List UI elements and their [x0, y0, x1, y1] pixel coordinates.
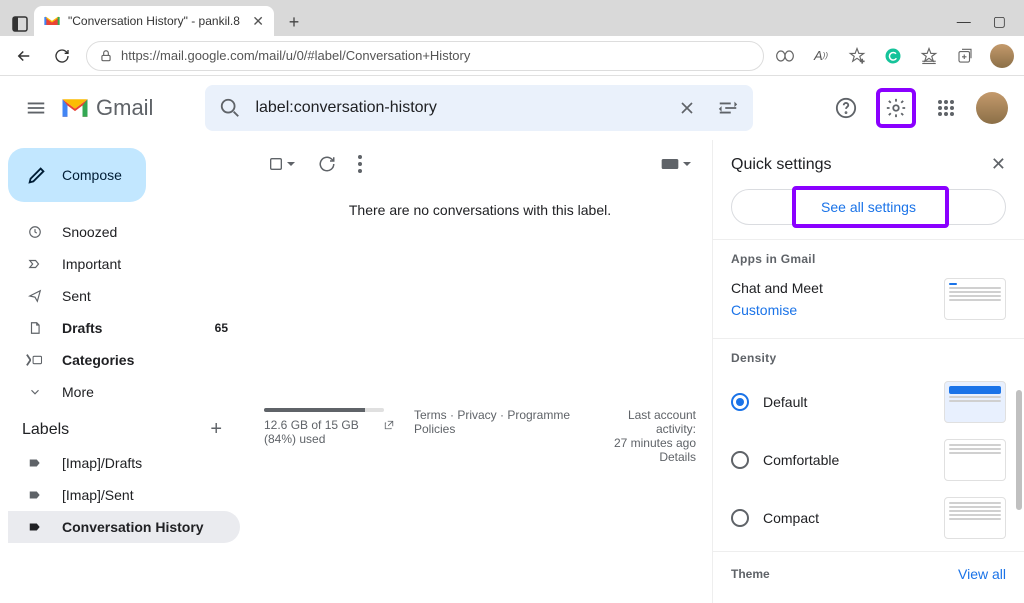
- search-options-icon[interactable]: [717, 97, 739, 119]
- toolbar: [256, 140, 704, 188]
- density-preview-compact: [944, 497, 1006, 539]
- customise-link[interactable]: Customise: [731, 302, 823, 318]
- labels-section-header: Labels +: [8, 408, 240, 447]
- sidebar-item-categories[interactable]: Categories: [8, 344, 240, 376]
- new-tab-button[interactable]: +: [280, 8, 308, 36]
- see-all-settings-button[interactable]: See all settings: [731, 189, 1006, 225]
- account-avatar[interactable]: [976, 92, 1008, 124]
- main-content: There are no conversations with this lab…: [248, 140, 712, 603]
- search-bar: [205, 85, 753, 131]
- gmail-favicon: [44, 13, 60, 29]
- browser-profile-avatar[interactable]: [990, 44, 1014, 68]
- input-tools-button[interactable]: [660, 157, 692, 171]
- more-button[interactable]: [358, 155, 362, 173]
- details-link[interactable]: Details: [602, 450, 696, 464]
- refresh-button[interactable]: [318, 155, 336, 173]
- empty-state-message: There are no conversations with this lab…: [256, 188, 704, 258]
- back-button[interactable]: [10, 42, 38, 70]
- radio-icon: [731, 509, 749, 527]
- url-field[interactable]: https://mail.google.com/mail/u/0/#label/…: [86, 41, 764, 71]
- sidebar-label-imap-drafts[interactable]: [Imap]/Drafts: [8, 447, 240, 479]
- select-all-checkbox[interactable]: [268, 156, 296, 172]
- apps-section-label: Apps in Gmail: [713, 244, 1024, 274]
- sidebar-item-drafts[interactable]: Drafts65: [8, 312, 240, 344]
- tab-title: "Conversation History" - pankil.8: [68, 14, 240, 28]
- sidebar: Compose Snoozed Important Sent Drafts65 …: [0, 140, 248, 603]
- density-section-label: Density: [713, 343, 1024, 373]
- storage-text: 12.6 GB of 15 GB (84%) used: [264, 418, 378, 446]
- tab-close-icon[interactable]: ✕: [252, 13, 264, 30]
- gmail-product-name: Gmail: [96, 95, 153, 121]
- lock-icon: [99, 49, 113, 63]
- radio-icon: [731, 393, 749, 411]
- send-icon: [26, 289, 44, 303]
- sidebar-item-snoozed[interactable]: Snoozed: [8, 216, 240, 248]
- last-activity-label: Last account activity:: [602, 408, 696, 436]
- radio-icon: [731, 451, 749, 469]
- quick-settings-panel: Quick settings ✕ See all settings Apps i…: [712, 140, 1024, 603]
- svg-text:+: +: [860, 56, 865, 65]
- add-label-button[interactable]: +: [210, 418, 222, 441]
- main-menu-button[interactable]: [16, 88, 56, 128]
- important-icon: [26, 257, 44, 271]
- url-text: https://mail.google.com/mail/u/0/#label/…: [121, 48, 470, 63]
- sidebar-label-imap-sent[interactable]: [Imap]/Sent: [8, 479, 240, 511]
- read-aloud-icon[interactable]: A)): [810, 45, 832, 67]
- density-option-compact[interactable]: Compact: [713, 489, 1024, 547]
- grammarly-icon[interactable]: [882, 45, 904, 67]
- gmail-header: Gmail: [0, 76, 1024, 140]
- settings-button[interactable]: [876, 88, 916, 128]
- apps-preview: [944, 278, 1006, 320]
- search-input[interactable]: [255, 99, 663, 117]
- density-preview-default: [944, 381, 1006, 423]
- gmail-logo[interactable]: Gmail: [60, 95, 153, 121]
- favorite-icon[interactable]: +: [846, 45, 868, 67]
- quick-settings-title: Quick settings: [731, 156, 831, 174]
- footer: 12.6 GB of 15 GB (84%) used Terms · Priv…: [256, 408, 704, 464]
- sidebar-item-sent[interactable]: Sent: [8, 280, 240, 312]
- panel-scrollbar[interactable]: [1016, 390, 1022, 510]
- pencil-icon: [26, 164, 48, 186]
- extension-icon[interactable]: [774, 45, 796, 67]
- address-bar-actions: A)) +: [774, 44, 1014, 68]
- chat-and-meet-label: Chat and Meet: [731, 280, 823, 296]
- file-icon: [26, 321, 44, 335]
- density-option-comfortable[interactable]: Comfortable: [713, 431, 1024, 489]
- support-button[interactable]: [826, 88, 866, 128]
- refresh-button[interactable]: [48, 42, 76, 70]
- label-icon: [26, 520, 44, 534]
- categories-icon: [26, 353, 44, 367]
- collections-icon[interactable]: [954, 45, 976, 67]
- clock-icon: [26, 225, 44, 239]
- browser-address-bar: https://mail.google.com/mail/u/0/#label/…: [0, 36, 1024, 76]
- window-minimize-button[interactable]: —: [957, 13, 971, 30]
- view-all-themes-link[interactable]: View all: [958, 566, 1006, 582]
- sidebar-item-more[interactable]: More: [8, 376, 240, 408]
- compose-button[interactable]: Compose: [8, 148, 146, 202]
- close-quick-settings-button[interactable]: ✕: [991, 154, 1006, 175]
- density-option-default[interactable]: Default: [713, 373, 1024, 431]
- storage-bar: [264, 408, 384, 412]
- window-maximize-button[interactable]: ▢: [993, 13, 1006, 30]
- last-activity-time: 27 minutes ago: [602, 436, 696, 450]
- sidebar-label-conversation-history[interactable]: Conversation History: [8, 511, 240, 543]
- favorites-bar-icon[interactable]: [918, 45, 940, 67]
- footer-links[interactable]: Terms · Privacy · Programme Policies: [414, 408, 582, 464]
- open-in-new-icon[interactable]: [384, 418, 394, 432]
- density-preview-comfortable: [944, 439, 1006, 481]
- theme-section-label: Theme: [731, 567, 770, 581]
- sidebar-item-important[interactable]: Important: [8, 248, 240, 280]
- label-icon: [26, 488, 44, 502]
- browser-tab-bar: "Conversation History" - pankil.8 ✕ + — …: [0, 0, 1024, 36]
- chevron-down-icon: [26, 385, 44, 399]
- browser-tab[interactable]: "Conversation History" - pankil.8 ✕: [34, 6, 274, 36]
- google-apps-button[interactable]: [926, 88, 966, 128]
- compose-label: Compose: [62, 167, 122, 183]
- search-icon[interactable]: [219, 97, 241, 119]
- label-icon: [26, 456, 44, 470]
- clear-search-icon[interactable]: [677, 98, 697, 118]
- window-controls: — ▢: [947, 13, 1016, 36]
- tab-manager-button[interactable]: [12, 16, 28, 32]
